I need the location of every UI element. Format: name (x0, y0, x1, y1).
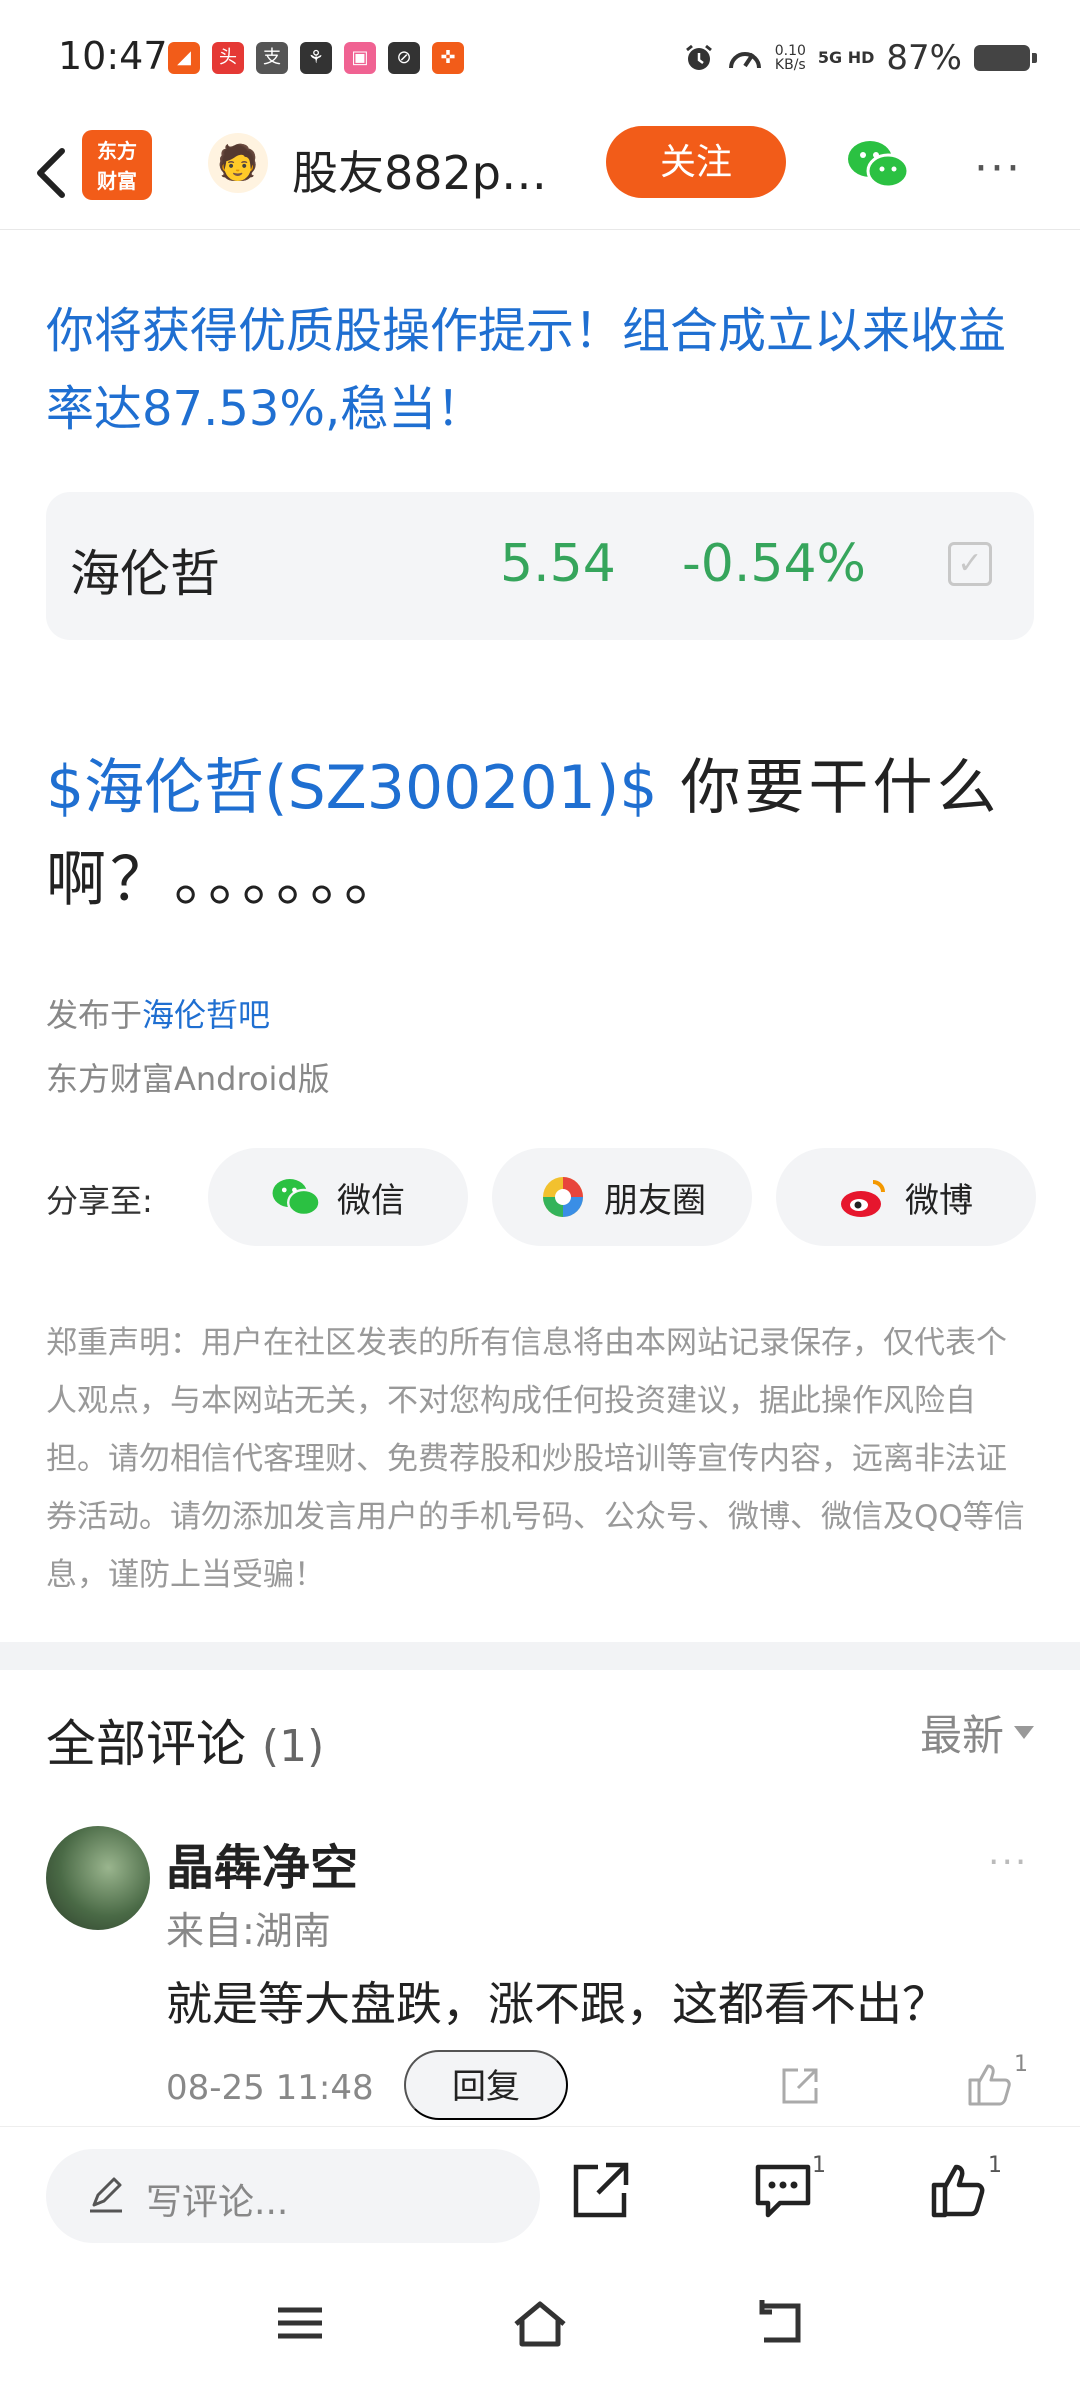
moments-icon (543, 1177, 583, 1217)
pencil-icon (90, 2177, 122, 2213)
back-arrow-icon[interactable] (24, 137, 84, 207)
battery-icon (974, 45, 1037, 71)
client-source: 东方财富Android版 (46, 1060, 330, 1098)
speedometer-icon (728, 52, 761, 69)
share-weibo-button[interactable]: 微博 (776, 1148, 1036, 1246)
share-moments-button[interactable]: 朋友圈 (492, 1148, 752, 1246)
share-label: 分享至: (46, 1182, 153, 1220)
bottom-action-bar: 写评论... 1 1 (0, 2126, 1080, 2266)
status-app-icons: ◢ 头 支 ⚘ ▣ ⊘ ✜ (168, 42, 464, 74)
section-divider (0, 1642, 1080, 1670)
reply-button[interactable]: 回复 (404, 2050, 568, 2120)
signal-indicator: 5G HD (817, 48, 875, 67)
comment-share-icon[interactable] (776, 2062, 824, 2110)
toutiao-app-icon: 头 (212, 42, 244, 74)
stock-price: 5.54 (500, 534, 616, 594)
wechat-icon (272, 1179, 321, 1217)
status-time: 10:47 (58, 34, 168, 78)
share-wechat-button[interactable]: 微信 (208, 1148, 468, 1246)
user-avatar[interactable]: 🧑 (208, 133, 268, 193)
comment-more-icon[interactable]: ··· (988, 1842, 1028, 1883)
nav-title[interactable]: 股友882p… (292, 137, 547, 203)
home-icon[interactable] (510, 2296, 570, 2350)
back-icon[interactable] (750, 2296, 810, 2350)
stock-name: 海伦哲 (70, 545, 220, 603)
app-icon: ⊘ (388, 42, 420, 74)
comment-like-icon[interactable] (964, 2058, 1016, 2110)
comment-icon[interactable] (752, 2159, 814, 2221)
alarm-icon (685, 44, 712, 70)
bilibili-app-icon: ▣ (344, 42, 376, 74)
write-comment-input[interactable]: 写评论... (46, 2149, 540, 2243)
menu-icon[interactable] (270, 2296, 330, 2350)
comment-count-badge: 1 (812, 2153, 826, 2178)
app-icon: ✜ (432, 42, 464, 74)
write-comment-placeholder: 写评论... (146, 2182, 289, 2223)
commenter-name[interactable]: 晶犇净空 (166, 1828, 358, 1898)
battery-text: 87% (886, 38, 962, 78)
send-app-icon: ◢ (168, 42, 200, 74)
comments-count: (1) (261, 1721, 325, 1772)
share-icon[interactable] (570, 2159, 632, 2221)
like-icon[interactable] (928, 2159, 990, 2221)
add-watchlist-checkbox[interactable]: ✓ (948, 542, 992, 586)
sort-dropdown[interactable]: 最新 (920, 1702, 1034, 1763)
comments-title: 全部评论 (1) (46, 1715, 325, 1773)
status-bar: 10:47 ◢ 头 支 ⚘ ▣ ⊘ ✜ 0.10 KB/s 5G HD 87% (0, 0, 1080, 115)
commenter-avatar[interactable] (46, 1826, 150, 1930)
comment-time: 08-25 11:48 (166, 2068, 374, 2108)
promo-text[interactable]: 你将获得优质股操作提示！组合成立以来收益率达87.53%,稳当！ (46, 292, 1036, 448)
stock-bar-link[interactable]: 海伦哲吧 (142, 996, 270, 1034)
stock-card[interactable]: 海伦哲 5.54 -0.54% ✓ (46, 492, 1034, 640)
comment-text: 就是等大盘跌，涨不跟，这都看不出？ (166, 1977, 948, 2031)
caret-down-icon (1014, 1726, 1034, 1739)
app-icon: ⚘ (300, 42, 332, 74)
more-menu-icon[interactable]: ··· (974, 143, 1030, 194)
like-count-badge: 1 (988, 2153, 1002, 2178)
comment-like-count: 1 (1014, 2052, 1028, 2077)
eastmoney-logo[interactable]: 东方 财富 (82, 130, 152, 200)
wechat-share-icon[interactable] (846, 137, 910, 191)
net-speed: 0.10 KB/s (774, 43, 806, 73)
nav-bar: 东方 财富 🧑 股友882p… 关注 ··· (0, 115, 1080, 230)
disclaimer-text: 郑重声明：用户在社区发表的所有信息将由本网站记录保存，仅代表个人观点，与本网站无… (46, 1325, 1025, 1593)
status-indicators: 0.10 KB/s 5G HD 87% (683, 38, 1037, 78)
stock-tag-link[interactable]: $海伦哲(SZ300201)$ (46, 753, 657, 823)
system-navigation-bar (0, 2266, 1080, 2388)
weibo-icon (841, 1180, 885, 1217)
follow-button[interactable]: 关注 (606, 126, 786, 198)
alipay-app-icon: 支 (256, 42, 288, 74)
published-in: 发布于海伦哲吧 (46, 996, 271, 1034)
stock-change: -0.54% (682, 534, 866, 594)
commenter-location: 来自:湖南 (166, 1909, 331, 1953)
post-body: $海伦哲(SZ300201)$ 你要干什么啊？。。。。。。 (46, 742, 1046, 926)
